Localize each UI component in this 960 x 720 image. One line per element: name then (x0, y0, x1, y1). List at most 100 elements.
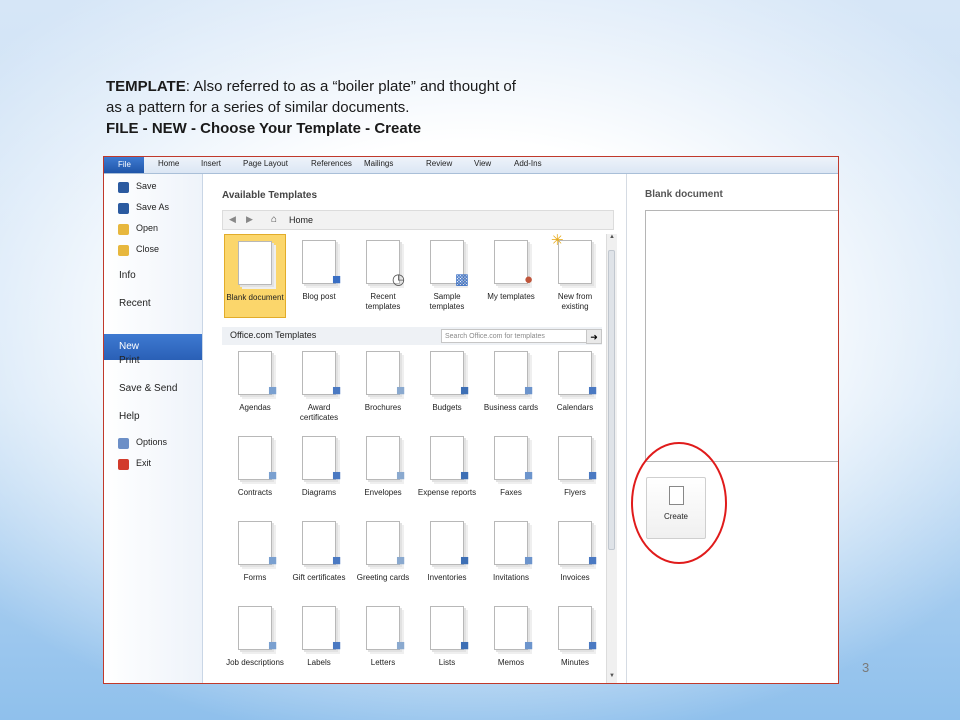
letters-icon: ■ (366, 606, 405, 653)
menu-open[interactable]: Open (104, 223, 202, 237)
blank-document-icon (238, 241, 272, 285)
tile-brochures[interactable]: ■ Brochures (352, 349, 414, 413)
tile-diagrams[interactable]: ■ Diagrams (288, 434, 350, 498)
tile-business-cards[interactable]: ■ Business cards (480, 349, 542, 413)
tile-my-templates[interactable]: ● My templates (480, 234, 542, 302)
save-icon (118, 182, 129, 193)
calendar-icon: ■ (558, 351, 597, 398)
nav-location[interactable]: Home (289, 215, 313, 225)
tab-add-ins[interactable]: Add-Ins (514, 159, 542, 168)
blog-post-icon: ■ (302, 240, 341, 287)
forms-icon: ■ (238, 521, 277, 568)
tab-insert[interactable]: Insert (201, 159, 221, 168)
tile-sample-templates[interactable]: ▩ Sample templates (416, 234, 478, 312)
document-icon (668, 486, 684, 505)
tab-page-layout[interactable]: Page Layout (243, 159, 288, 168)
tile-forms[interactable]: ■ Forms (224, 519, 286, 583)
exit-icon (118, 459, 129, 470)
tile-blank-document[interactable]: Blank document (224, 234, 286, 318)
tab-file[interactable]: File (104, 157, 144, 173)
tile-inventories[interactable]: ■ Inventories (416, 519, 478, 583)
tile-greeting-cards[interactable]: ■ Greeting cards (352, 519, 414, 583)
tile-budgets[interactable]: ■ Budgets (416, 349, 478, 413)
scroll-up-icon[interactable]: ▲ (607, 234, 617, 244)
inventories-icon: ■ (430, 521, 469, 568)
available-templates-title: Available Templates (222, 190, 318, 201)
ribbon-tabs: File Home Insert Page Layout References … (104, 157, 838, 174)
tile-letters[interactable]: ■ Letters (352, 604, 414, 668)
award-certificate-icon: ■ (302, 351, 341, 398)
preview-title: Blank document (645, 189, 723, 200)
tile-contracts[interactable]: ■ Contracts (224, 434, 286, 498)
template-search-input[interactable]: Search Office.com for templates (441, 329, 599, 343)
business-cards-icon: ■ (494, 351, 533, 398)
tile-minutes[interactable]: ■ Minutes (544, 604, 606, 668)
tile-invitations[interactable]: ■ Invitations (480, 519, 542, 583)
invoices-icon: ■ (558, 521, 597, 568)
office-templates-bar: Office.com Templates Search Office.com f… (222, 327, 602, 345)
greeting-cards-icon: ■ (366, 521, 405, 568)
tile-lists[interactable]: ■ Lists (416, 604, 478, 668)
tab-review[interactable]: Review (426, 159, 452, 168)
caption-steps: FILE - NEW - Choose Your Template - Crea… (106, 120, 422, 137)
tile-new-from-existing[interactable]: ✳ New from existing (544, 233, 606, 312)
backstage-menu: Save Save As Open Close Info Recent New … (104, 174, 203, 683)
search-go-button[interactable]: ➜ (586, 329, 602, 344)
tab-mailings[interactable]: Mailings (364, 159, 393, 168)
tile-envelope[interactable]: ■ Envelopes (352, 434, 414, 498)
tile-job-description[interactable]: ■ Job descriptions (224, 604, 286, 668)
tile-blog-post[interactable]: ■ Blog post (288, 234, 350, 302)
new-from-existing-icon: ✳ (551, 233, 592, 284)
tile-agendas[interactable]: ■ Agendas (224, 349, 286, 413)
tile-award-certificate[interactable]: ■ Award certificates (288, 349, 350, 423)
job-description-icon: ■ (238, 606, 277, 653)
menu-close[interactable]: Close (104, 244, 202, 258)
clock-icon: ◷ (366, 240, 405, 287)
menu-info[interactable]: Info (119, 270, 136, 281)
memos-icon: ■ (494, 606, 533, 653)
menu-help[interactable]: Help (119, 411, 140, 422)
back-arrow-icon[interactable]: ◀ (229, 214, 236, 225)
create-label: Create (663, 512, 688, 521)
folder-open-icon (118, 224, 129, 235)
envelope-icon: ■ (366, 436, 405, 483)
tab-references[interactable]: References (311, 159, 352, 168)
menu-recent[interactable]: Recent (119, 298, 151, 309)
tab-home[interactable]: Home (158, 159, 179, 168)
monitor-icon: ▩ (430, 240, 469, 287)
home-icon[interactable]: ⌂ (271, 214, 277, 225)
expense-report-icon: ■ (430, 436, 469, 483)
create-button[interactable]: Create (646, 477, 706, 539)
preview-pane: Blank document Create (626, 174, 838, 683)
minutes-icon: ■ (558, 606, 597, 653)
tile-invoices[interactable]: ■ Invoices (544, 519, 606, 583)
gift-certificate-icon: ■ (302, 521, 341, 568)
templates-scrollbar[interactable]: ▲ ▼ (606, 234, 617, 683)
menu-options[interactable]: Options (104, 437, 202, 451)
tile-recent-templates[interactable]: ◷ Recent templates (352, 234, 414, 312)
labels-icon: ■ (302, 606, 341, 653)
tile-fax[interactable]: ■ Faxes (480, 434, 542, 498)
tile-labels[interactable]: ■ Labels (288, 604, 350, 668)
invitations-icon: ■ (494, 521, 533, 568)
menu-save-send[interactable]: Save & Send (119, 383, 177, 394)
forward-arrow-icon[interactable]: ▶ (246, 214, 253, 225)
tile-flyers[interactable]: ■ Flyers (544, 434, 606, 498)
scroll-down-icon[interactable]: ▼ (607, 673, 617, 683)
menu-print[interactable]: Print (119, 355, 140, 366)
options-icon (118, 438, 129, 449)
caption-line-2: as a pattern for a series of similar doc… (106, 99, 410, 116)
menu-save[interactable]: Save (104, 181, 202, 195)
brochures-icon: ■ (366, 351, 405, 398)
slide-caption: TEMPLATE: Also referred to as a “boiler … (106, 76, 626, 139)
tile-memos[interactable]: ■ Memos (480, 604, 542, 668)
scroll-thumb[interactable] (608, 250, 615, 550)
tile-expense-report[interactable]: ■ Expense reports (416, 434, 478, 498)
menu-exit[interactable]: Exit (104, 458, 202, 472)
menu-save-as[interactable]: Save As (104, 202, 202, 216)
tile-gift-certificate[interactable]: ■ Gift certificates (288, 519, 350, 583)
agendas-icon: ■ (238, 351, 277, 398)
tile-calendar[interactable]: ■ Calendars (544, 349, 606, 413)
caption-definition: : Also referred to as a “boiler plate” a… (185, 78, 516, 95)
tab-view[interactable]: View (474, 159, 491, 168)
